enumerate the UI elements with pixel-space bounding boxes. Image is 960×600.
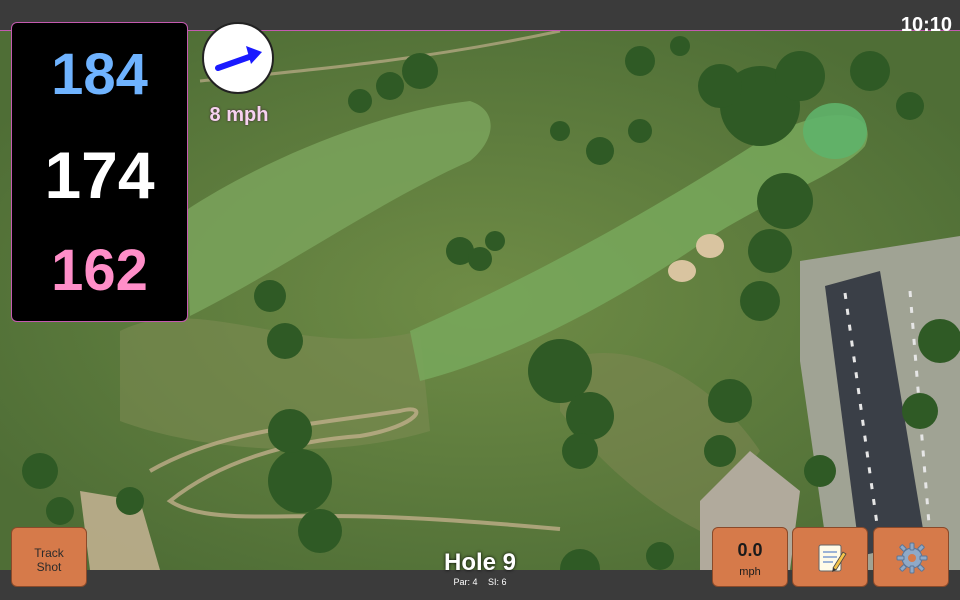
speed-button[interactable]: 0.0 mph (712, 527, 788, 587)
wind-indicator (202, 22, 274, 94)
front-yardage: 162 (51, 238, 148, 303)
notepad-icon (818, 544, 847, 572)
speed-unit: mph (739, 566, 761, 578)
notes-button[interactable] (792, 527, 868, 587)
yardage-panel[interactable]: 184 174 162 (11, 22, 188, 322)
hole-title: Hole 9 (443, 549, 517, 576)
settings-button[interactable] (873, 527, 949, 587)
hole-stroke-index: SI: 6 (488, 577, 507, 587)
clock: 10:10 (900, 14, 952, 36)
hole-par: Par: 4 (453, 577, 478, 587)
track-shot-label-line1: Track (34, 546, 64, 560)
speed-value: 0.0 (737, 540, 763, 560)
track-shot-label-line2: Shot (36, 560, 62, 574)
middle-yardage: 174 (44, 138, 155, 212)
gear-icon (896, 542, 928, 574)
track-shot-button[interactable]: Track Shot (11, 527, 87, 587)
wind-speed: 8 mph (209, 104, 269, 126)
hole-info: Par: 4 SI: 6 (380, 577, 580, 587)
back-yardage: 184 (51, 42, 148, 107)
wind-direction-arrow-icon (215, 46, 262, 71)
